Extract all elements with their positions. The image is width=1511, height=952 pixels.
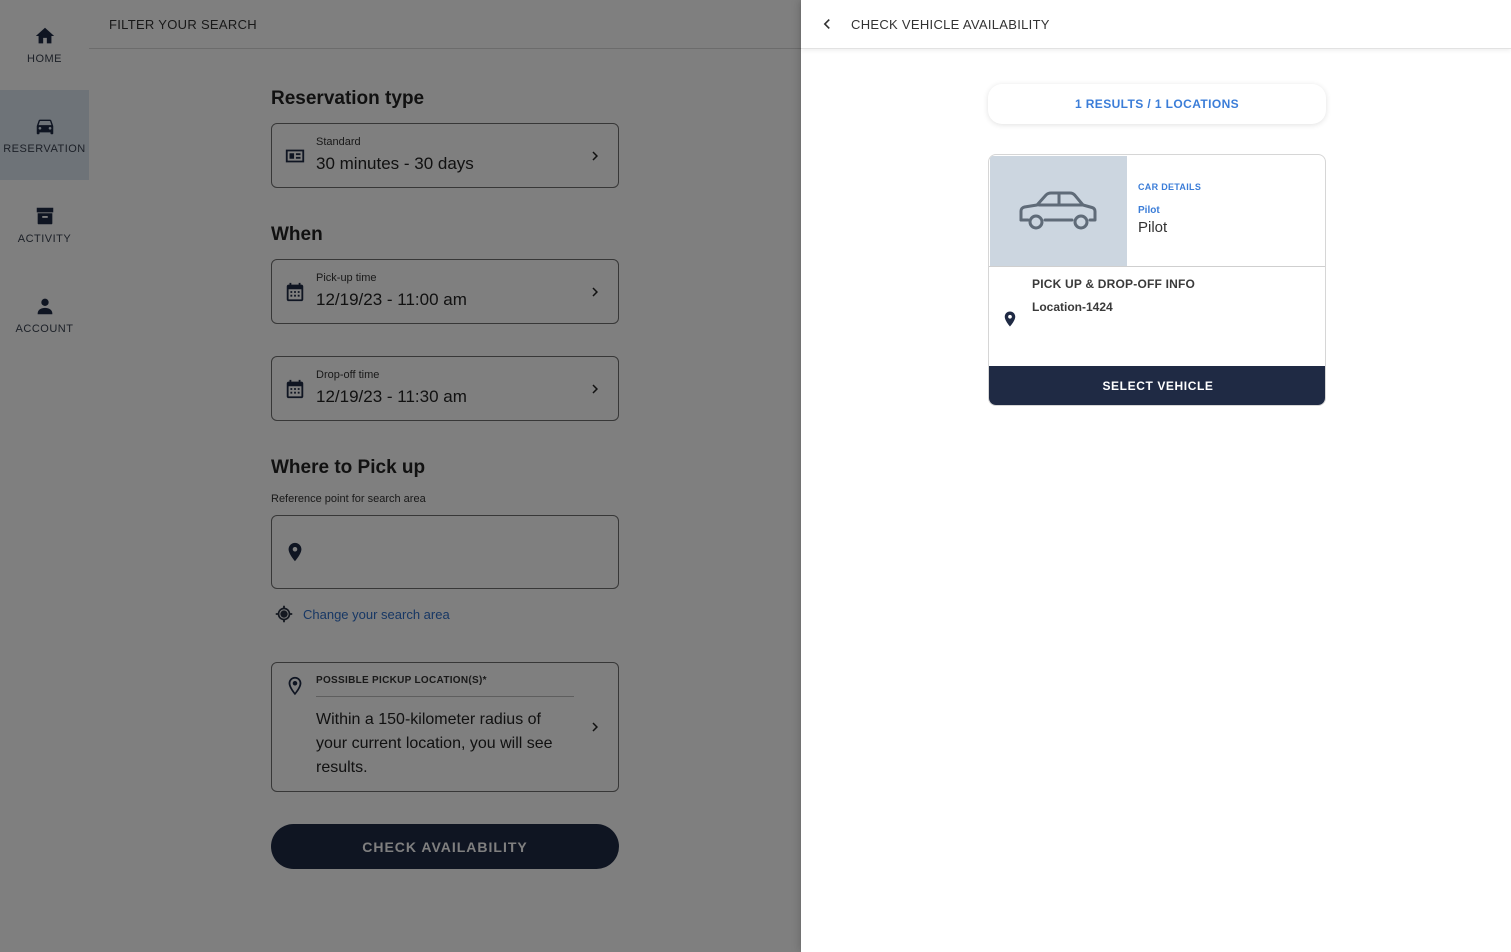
vehicle-card: CAR DETAILS Pilot Pilot PICK UP & DROP-O… (988, 154, 1326, 406)
vehicle-availability-drawer: CHECK VEHICLE AVAILABILITY 1 RESULTS / 1… (801, 0, 1511, 952)
car-outline-icon (1019, 191, 1096, 230)
location-pin-icon (1001, 308, 1019, 330)
select-vehicle-button[interactable]: SELECT VEHICLE (989, 366, 1325, 405)
divider (989, 266, 1325, 267)
car-model-label: Pilot (1138, 205, 1160, 216)
car-details-caption: CAR DETAILS (1138, 182, 1202, 192)
modal-backdrop[interactable] (0, 0, 801, 952)
pickup-dropoff-title: PICK UP & DROP-OFF INFO (1032, 277, 1196, 291)
car-image (990, 156, 1127, 266)
drawer-header: CHECK VEHICLE AVAILABILITY (801, 0, 1511, 49)
car-details: CAR DETAILS Pilot Pilot (1138, 182, 1201, 236)
results-summary: 1 RESULTS / 1 LOCATIONS (988, 84, 1326, 124)
back-arrow-icon[interactable] (817, 14, 837, 34)
car-model-name: Pilot (1138, 219, 1168, 236)
pickup-location-name: Location-1424 (1032, 300, 1113, 314)
drawer-title: CHECK VEHICLE AVAILABILITY (851, 17, 1050, 32)
